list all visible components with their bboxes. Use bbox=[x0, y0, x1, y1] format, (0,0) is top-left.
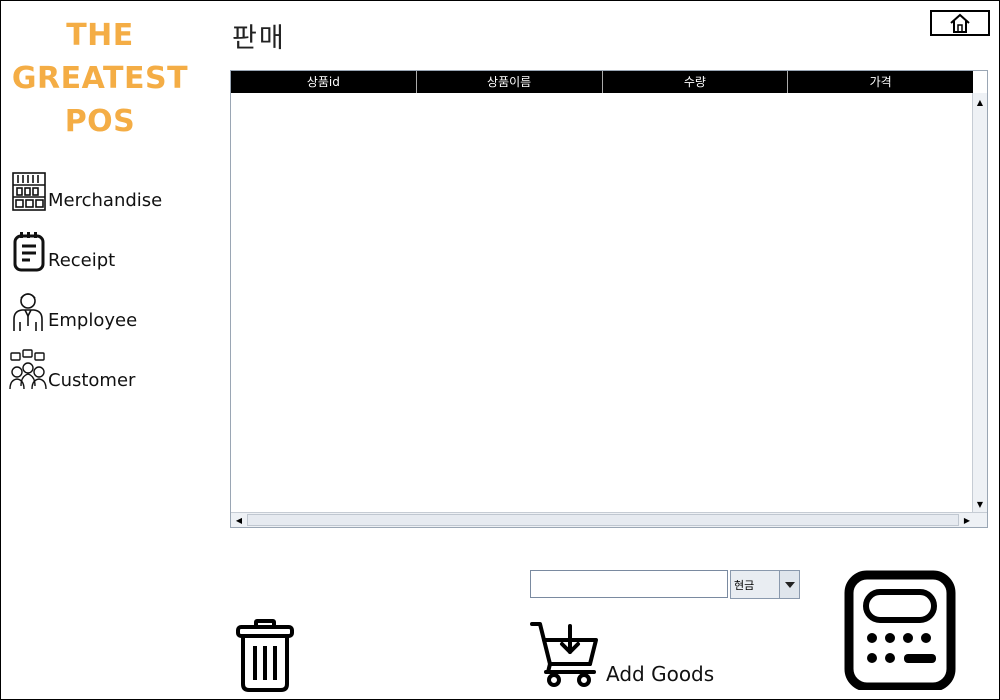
page-title: 판매 bbox=[232, 23, 286, 54]
scroll-left-button[interactable]: ◀ bbox=[232, 513, 246, 527]
add-goods-button[interactable] bbox=[530, 620, 602, 690]
vertical-scrollbar[interactable]: ▲ ▼ bbox=[972, 93, 987, 513]
app-logo: THE GREATEST POS bbox=[0, 14, 200, 143]
sidebar-item-employee[interactable]: Employee bbox=[10, 288, 137, 332]
sidebar-item-label: Customer bbox=[48, 370, 136, 391]
home-button[interactable] bbox=[930, 10, 990, 36]
scroll-up-button[interactable]: ▲ bbox=[973, 95, 987, 109]
sidebar-item-label: Employee bbox=[48, 310, 138, 331]
amount-input[interactable] bbox=[530, 570, 728, 598]
sidebar-item-receipt[interactable]: Receipt bbox=[10, 228, 115, 272]
sidebar-item-label: Merchandise bbox=[48, 190, 163, 211]
sales-table[interactable]: 상품id 상품이름 수량 가격 ▲ ▼ ◀ ▶ bbox=[230, 70, 988, 528]
scroll-right-button[interactable]: ▶ bbox=[960, 513, 974, 527]
sidebar-item-customer[interactable]: Customer bbox=[8, 348, 135, 392]
scroll-down-button[interactable]: ▼ bbox=[973, 497, 987, 511]
delete-button[interactable] bbox=[236, 618, 294, 692]
column-header-product-name[interactable]: 상품이름 bbox=[417, 71, 603, 93]
trash-icon bbox=[236, 619, 294, 692]
table-header: 상품id 상품이름 수량 가격 bbox=[231, 71, 973, 93]
horizontal-scroll-thumb[interactable] bbox=[247, 514, 959, 526]
payment-method-value: 현금 bbox=[734, 579, 755, 592]
chevron-down-icon bbox=[784, 581, 795, 588]
calculator-icon bbox=[844, 570, 956, 692]
dropdown-arrow-button[interactable] bbox=[779, 571, 799, 598]
column-header-quantity[interactable]: 수량 bbox=[603, 71, 789, 93]
home-icon bbox=[950, 13, 970, 33]
cart-add-icon bbox=[530, 622, 598, 687]
receipt-icon bbox=[13, 232, 45, 272]
logo-line-3: POS bbox=[64, 104, 136, 139]
employee-icon bbox=[13, 293, 43, 331]
payment-method-select[interactable]: 현금 bbox=[730, 570, 800, 599]
calculator-button[interactable] bbox=[844, 570, 956, 692]
horizontal-scrollbar[interactable]: ◀ ▶ bbox=[231, 512, 987, 527]
shelf-icon bbox=[12, 172, 46, 211]
logo-line-1: THE bbox=[66, 18, 134, 53]
sidebar-item-label: Receipt bbox=[48, 250, 116, 271]
sidebar-item-merchandise[interactable]: Merchandise bbox=[10, 168, 162, 212]
column-header-product-id[interactable]: 상품id bbox=[231, 71, 417, 93]
logo-line-2: GREATEST bbox=[11, 61, 189, 96]
add-goods-label[interactable]: Add Goods bbox=[606, 662, 714, 686]
customer-icon bbox=[9, 349, 47, 390]
column-header-price[interactable]: 가격 bbox=[788, 71, 973, 93]
